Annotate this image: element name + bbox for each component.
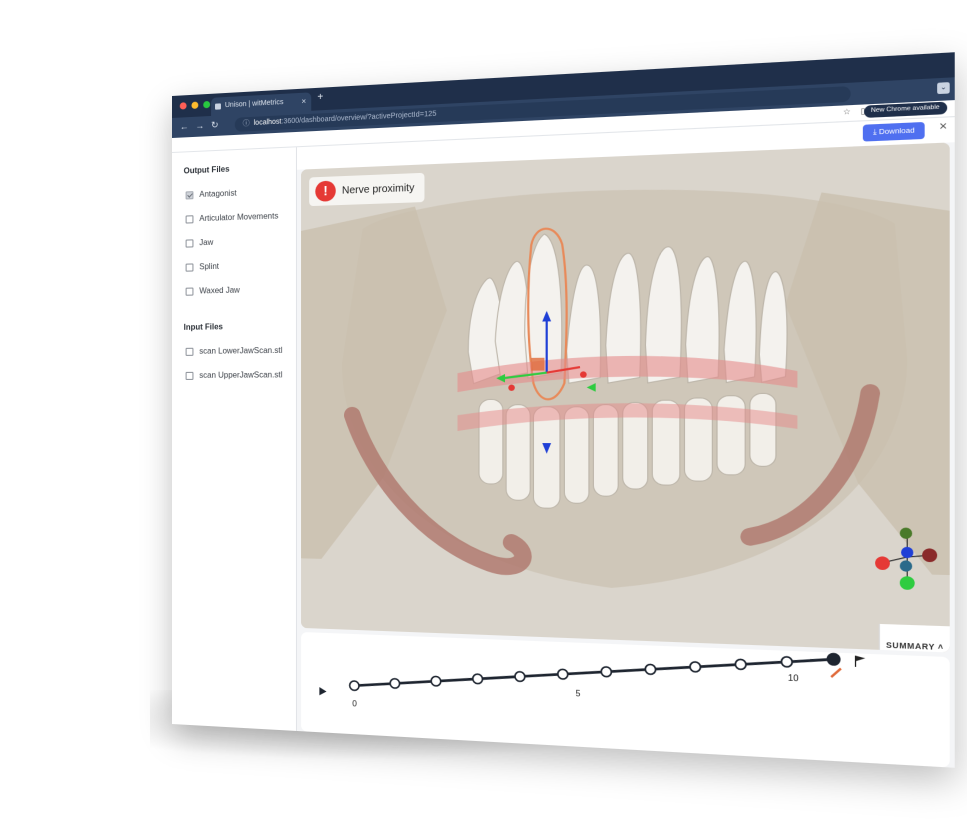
output-file-jaw[interactable]: Jaw bbox=[185, 237, 214, 248]
tab-title: Unison | witMetrics bbox=[224, 98, 284, 110]
timeline-step[interactable] bbox=[690, 662, 700, 672]
checkbox[interactable] bbox=[185, 190, 194, 199]
input-files-title: Input Files bbox=[183, 322, 223, 332]
timeline-step[interactable] bbox=[515, 672, 525, 682]
timeline-label-start: 0 bbox=[352, 699, 357, 709]
timeline-label-end: 10 bbox=[788, 673, 799, 684]
output-file-splint[interactable]: Splint bbox=[185, 261, 219, 272]
timeline-step[interactable] bbox=[828, 653, 840, 665]
back-icon[interactable]: ← bbox=[180, 121, 189, 131]
close-window-button[interactable] bbox=[179, 102, 187, 110]
output-file-waxed-jaw[interactable]: Waxed Jaw bbox=[185, 285, 240, 296]
timeline-step[interactable] bbox=[558, 669, 568, 679]
nerve-proximity-alert[interactable]: ! Nerve proximity bbox=[309, 172, 425, 207]
axis-orientation-icon[interactable] bbox=[870, 517, 944, 598]
reload-icon[interactable]: ↻ bbox=[211, 120, 218, 131]
minimize-window-button[interactable] bbox=[191, 101, 199, 109]
file-label: scan UpperJawScan.stl bbox=[199, 370, 283, 380]
chrome-update-button[interactable]: New Chrome available bbox=[863, 101, 948, 118]
close-icon[interactable]: × bbox=[939, 120, 947, 134]
summary-toggle-button[interactable]: SUMMARY ˄ bbox=[878, 623, 950, 653]
download-label: Download bbox=[878, 126, 915, 137]
window-controls bbox=[179, 100, 211, 110]
timeline-step[interactable] bbox=[645, 664, 655, 674]
timeline-step[interactable] bbox=[431, 676, 441, 686]
favicon-icon bbox=[215, 103, 221, 110]
output-file-articulator-movements[interactable]: Articulator Movements bbox=[185, 211, 279, 224]
timeline-label-mid: 5 bbox=[576, 689, 582, 699]
output-files-title: Output Files bbox=[183, 164, 230, 176]
url-host: localhost bbox=[253, 118, 282, 127]
forward-icon[interactable]: → bbox=[195, 120, 204, 130]
jaw-3d-model bbox=[301, 142, 950, 653]
timeline-step[interactable] bbox=[473, 674, 483, 684]
timeline-step[interactable] bbox=[735, 659, 746, 669]
files-sidebar: Output Files Antagonist Articulator Move… bbox=[172, 147, 297, 731]
timeline-step[interactable] bbox=[390, 679, 399, 689]
file-label: Antagonist bbox=[199, 188, 237, 199]
maximize-window-button[interactable] bbox=[203, 100, 211, 109]
input-file-lower-jaw[interactable]: scan LowerJawScan.stl bbox=[185, 345, 283, 356]
checkbox[interactable] bbox=[185, 347, 194, 356]
new-tab-icon[interactable]: + bbox=[317, 92, 323, 104]
checkbox[interactable] bbox=[185, 371, 194, 380]
info-icon: ⓘ bbox=[242, 120, 250, 128]
checkbox[interactable] bbox=[185, 238, 194, 248]
checkbox[interactable] bbox=[185, 287, 194, 296]
alert-icon: ! bbox=[315, 180, 336, 202]
chevron-down-icon[interactable]: ⌄ bbox=[937, 82, 950, 95]
output-file-antagonist[interactable]: Antagonist bbox=[185, 188, 237, 199]
file-label: Articulator Movements bbox=[199, 211, 279, 224]
checkbox[interactable] bbox=[185, 262, 194, 272]
timeline-step[interactable] bbox=[350, 681, 359, 691]
file-label: Splint bbox=[199, 261, 219, 272]
tab-close-icon[interactable]: × bbox=[301, 93, 306, 112]
alert-label: Nerve proximity bbox=[341, 182, 415, 197]
edit-pencil-icon[interactable] bbox=[831, 668, 841, 677]
url-path: :3600/dashboard/overview/?activeProjectI… bbox=[281, 110, 437, 126]
3d-viewer[interactable]: ! Nerve proximity SUMMARY ˄ bbox=[301, 142, 950, 653]
checkbox[interactable] bbox=[185, 214, 194, 224]
play-icon[interactable] bbox=[319, 687, 327, 696]
file-label: scan LowerJawScan.stl bbox=[199, 345, 283, 356]
download-button[interactable]: ⤓ Download bbox=[863, 121, 925, 142]
input-file-upper-jaw[interactable]: scan UpperJawScan.stl bbox=[185, 370, 283, 380]
browser-window: Unison | witMetrics × + ← → ↻ ⓘ localhost… bbox=[172, 52, 955, 768]
timeline-step[interactable] bbox=[781, 657, 792, 667]
file-label: Waxed Jaw bbox=[199, 285, 240, 296]
file-label: Jaw bbox=[199, 237, 214, 248]
app-content: Output Files Antagonist Articulator Move… bbox=[172, 117, 955, 768]
timeline-step[interactable] bbox=[601, 667, 611, 677]
star-icon[interactable]: ☆ bbox=[843, 107, 851, 116]
flag-icon[interactable] bbox=[856, 656, 866, 668]
